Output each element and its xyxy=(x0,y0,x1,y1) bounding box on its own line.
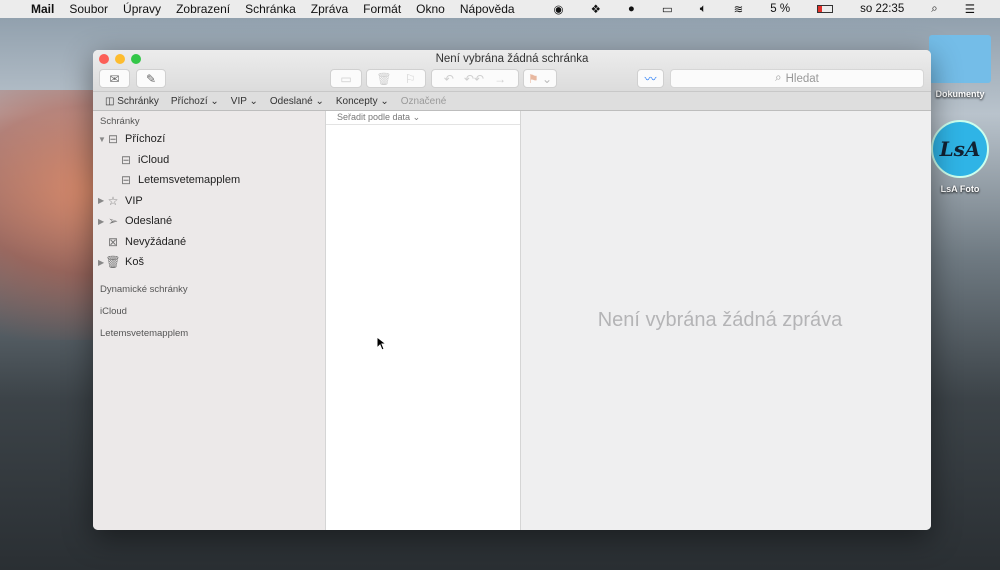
paper-plane-icon: ➢ xyxy=(107,214,119,229)
menu-format[interactable]: Formát xyxy=(363,2,401,16)
get-mail-button[interactable]: ✉ xyxy=(99,69,130,88)
forward-icon: → xyxy=(494,71,507,86)
envelope-icon: ✉ xyxy=(109,71,120,86)
message-list[interactable]: Seřadit podle data ⌄ xyxy=(326,111,521,530)
section-icloud[interactable]: iCloud xyxy=(93,301,325,323)
record-icon[interactable]: ◉ xyxy=(554,2,564,16)
disclosure-closed-icon[interactable]: ▶ xyxy=(98,196,104,205)
toolbar: Není vybrána žádná schránka ✉ ✎ ▭ 🗑︎ ⚐ ↶… xyxy=(93,50,931,92)
fav-vip[interactable]: VIP ⌄ xyxy=(231,96,258,107)
sidebar: Schránky ▼ ⊟ Příchozí ⊟ iCloud ⊟ Letemsvetem… xyxy=(93,111,326,530)
desktop-icon-label: LsA Foto xyxy=(940,184,980,194)
sidebar-item-inbox-letemsvetemapplem[interactable]: ⊟ Letemsvetemapplem xyxy=(93,170,325,191)
search-icon: ⌕ xyxy=(775,72,782,84)
disclosure-open-icon[interactable]: ▼ xyxy=(98,135,106,144)
mouse-cursor-icon xyxy=(376,336,386,351)
sidebar-item-trash[interactable]: ▶ 🗑︎ Koš xyxy=(93,252,325,273)
inbox-icon: ⊟ xyxy=(120,152,132,167)
sidebar-item-junk[interactable]: ⊠ Nevyžádané xyxy=(93,232,325,253)
menu-app[interactable]: Mail xyxy=(31,2,54,16)
inbox-icon: ⊟ xyxy=(120,173,132,188)
sidebar-item-inbox-icloud[interactable]: ⊟ iCloud xyxy=(93,150,325,171)
section-smart-mailboxes[interactable]: Dynamické schránky xyxy=(93,279,325,301)
trash-icon: 🗑︎ xyxy=(105,255,121,270)
window-title: Není vybrána žádná schránka xyxy=(435,53,589,65)
message-viewer: Není vybrána žádná zpráva xyxy=(521,111,931,530)
inbox-icon: ⊟ xyxy=(107,132,119,147)
activity-icon: 〰 xyxy=(644,72,657,86)
disclosure-closed-icon[interactable]: ▶ xyxy=(98,217,104,226)
delete-junk-group[interactable]: 🗑︎ ⚐ xyxy=(366,69,426,88)
compose-button[interactable]: ✎ xyxy=(136,69,166,88)
archive-button[interactable]: ▭ xyxy=(330,69,362,88)
search-input[interactable]: ⌕ Hledat xyxy=(670,69,924,88)
folder-icon xyxy=(929,35,991,83)
fav-inbox[interactable]: Příchozí ⌄ xyxy=(171,96,219,107)
circle-icon[interactable]: ● xyxy=(628,3,635,15)
mail-window: Není vybrána žádná schránka ✉ ✎ ▭ 🗑︎ ⚐ ↶… xyxy=(93,50,931,530)
archive-icon: ▭ xyxy=(340,71,352,86)
menu-file[interactable]: Soubor xyxy=(69,2,108,16)
junk-icon: ⚐ xyxy=(404,71,416,86)
spotlight-icon[interactable]: ⌕ xyxy=(931,3,937,16)
flag-icon: ⚑ xyxy=(527,71,539,86)
sidebar-item-vip[interactable]: ▶ ☆ VIP xyxy=(93,191,325,212)
compose-icon: ✎ xyxy=(145,71,157,86)
sidebar-item-inbox[interactable]: ▼ ⊟ Příchozí xyxy=(93,129,325,150)
sort-menu[interactable]: Seřadit podle data ⌄ xyxy=(326,111,520,125)
fav-drafts[interactable]: Koncepty ⌄ xyxy=(336,96,389,107)
section-letemsvetemapplem[interactable]: Letemsvetemapplem xyxy=(93,323,325,345)
menu-help[interactable]: Nápověda xyxy=(460,2,515,16)
fav-flagged[interactable]: Označené xyxy=(401,96,447,107)
star-icon: ☆ xyxy=(107,193,119,208)
display-icon[interactable]: ▭ xyxy=(662,2,673,16)
lsa-logo-icon: LsA xyxy=(931,120,989,178)
desktop-icon-lsa-foto[interactable]: LsA LsA Foto xyxy=(928,120,992,194)
menu-window[interactable]: Okno xyxy=(416,2,445,16)
reply-all-icon: ↶↶ xyxy=(463,71,485,86)
flag-button[interactable]: ⚑ ⌄ xyxy=(523,69,557,88)
battery-percent[interactable]: 5 % xyxy=(770,3,790,15)
clock[interactable]: so 22:35 xyxy=(860,3,904,15)
menu-view[interactable]: Zobrazení xyxy=(176,2,230,16)
trash-icon: 🗑︎ xyxy=(376,71,392,86)
menu-edit[interactable]: Úpravy xyxy=(123,2,161,16)
menu-mailbox[interactable]: Schránka xyxy=(245,2,296,16)
junk-icon: ⊠ xyxy=(107,234,119,249)
battery-icon[interactable] xyxy=(817,5,834,13)
search-placeholder: Hledat xyxy=(785,72,819,85)
activity-button[interactable]: 〰 xyxy=(637,69,664,88)
dropbox-icon[interactable]: ❖ xyxy=(591,2,601,16)
notification-center-icon[interactable]: ☰ xyxy=(965,2,975,16)
desktop-icon-dokumenty[interactable]: Dokumenty xyxy=(928,35,992,99)
favorites-bar: ◫ Schránky Příchozí ⌄ VIP ⌄ Odeslané ⌄ K… xyxy=(93,92,931,111)
menubar: Mail Soubor Úpravy Zobrazení Schránka Zp… xyxy=(0,0,1000,18)
reply-icon: ↶ xyxy=(443,71,454,86)
fav-mailboxes[interactable]: ◫ Schránky xyxy=(105,96,159,107)
desktop-icon-label: Dokumenty xyxy=(935,89,985,99)
sidebar-toggle-icon: ◫ xyxy=(105,95,115,107)
volume-icon[interactable]: 🔈︎ xyxy=(700,3,707,16)
chevron-down-icon: ⌄ xyxy=(542,71,553,86)
empty-state-text: Není vybrána žádná zpráva xyxy=(597,309,843,331)
fav-sent[interactable]: Odeslané ⌄ xyxy=(270,96,324,107)
menu-message[interactable]: Zpráva xyxy=(311,2,348,16)
disclosure-closed-icon[interactable]: ▶ xyxy=(98,258,104,267)
reply-group[interactable]: ↶ ↶↶ → xyxy=(431,69,519,88)
wifi-icon[interactable]: ≋ xyxy=(734,2,744,16)
sidebar-item-sent[interactable]: ▶ ➢ Odeslané xyxy=(93,211,325,232)
